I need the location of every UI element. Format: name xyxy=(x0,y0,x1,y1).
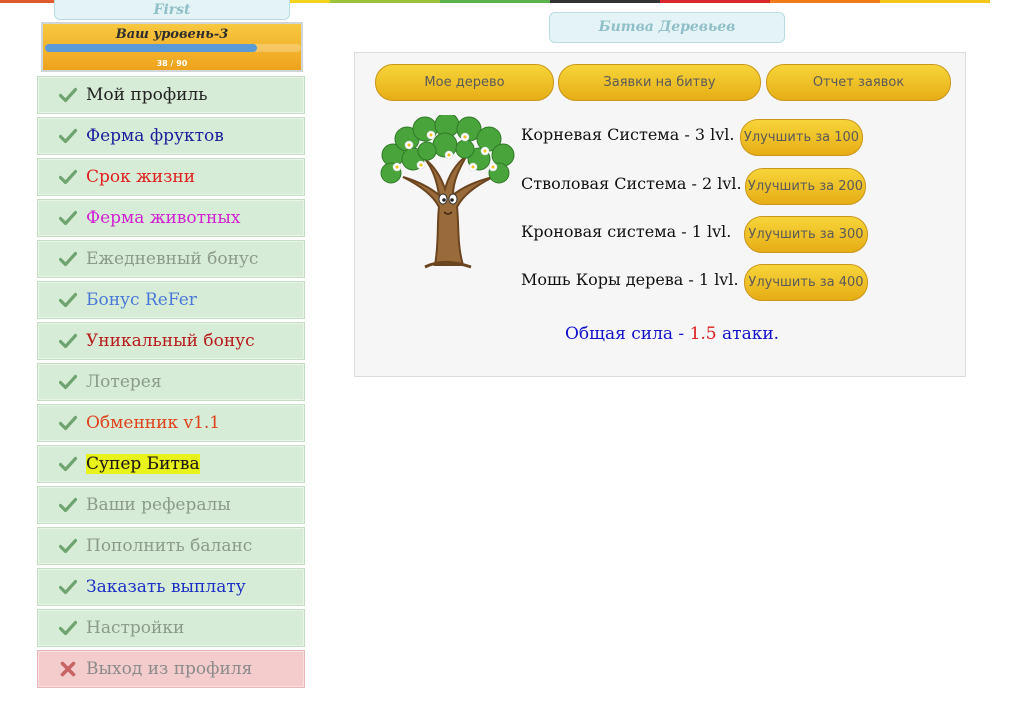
sidebar-item-3[interactable]: Ферма животных xyxy=(37,199,305,237)
stripe-segment xyxy=(440,0,550,3)
tab-battle-requests[interactable]: Заявки на битву xyxy=(558,64,761,101)
stripe-segment xyxy=(880,0,990,3)
page-title: Битва Деревьев xyxy=(549,12,785,43)
username: First xyxy=(153,2,191,18)
main-panel: Мое дерево Заявки на битву Отчет заявок xyxy=(354,52,966,377)
check-icon xyxy=(57,538,79,554)
sidebar-item-label: Ферма животных xyxy=(86,208,241,228)
total-power: Общая сила - 1.5 атаки. xyxy=(565,324,779,344)
level-box: Ваш уровень-3 38 / 90 xyxy=(41,22,303,72)
check-icon xyxy=(57,620,79,636)
sidebar-item-4[interactable]: Ежедневный бонус xyxy=(37,240,305,278)
upgrade-bark-text: Мошь Коры дерева - 1 lvl. xyxy=(521,270,739,289)
tree-icon xyxy=(373,112,521,275)
total-power-value: 1.5 xyxy=(689,324,717,344)
sidebar-item-8[interactable]: Обменник v1.1 xyxy=(37,404,305,442)
tab-requests-report[interactable]: Отчет заявок xyxy=(766,64,951,101)
stripe-segment xyxy=(660,0,770,3)
check-icon xyxy=(57,251,79,267)
sidebar-item-10[interactable]: Ваши рефералы xyxy=(37,486,305,524)
sidebar-item-1[interactable]: Ферма фруктов xyxy=(37,117,305,155)
stripe-segment xyxy=(770,0,880,3)
check-icon xyxy=(57,169,79,185)
sidebar-item-label: Супер Битва xyxy=(86,454,200,474)
total-power-suffix: атаки. xyxy=(716,324,780,344)
sidebar-item-label: Заказать выплату xyxy=(86,577,246,597)
sidebar-item-12[interactable]: Заказать выплату xyxy=(37,568,305,606)
upgrade-crown-text: Кроновая система - 1 lvl. xyxy=(521,222,732,241)
sidebar-item-14[interactable]: Выход из профиля xyxy=(37,650,305,688)
check-icon xyxy=(57,333,79,349)
sidebar-item-label: Обменник v1.1 xyxy=(86,413,221,433)
sidebar-item-2[interactable]: Срок жизни xyxy=(37,158,305,196)
sidebar-item-label: Настройки xyxy=(86,618,185,638)
sidebar-item-11[interactable]: Пополнить баланс xyxy=(37,527,305,565)
check-icon xyxy=(57,87,79,103)
check-icon xyxy=(57,292,79,308)
check-icon xyxy=(57,497,79,513)
check-icon xyxy=(57,210,79,226)
level-progress-fill xyxy=(45,44,258,52)
sidebar-item-label: Ежедневный бонус xyxy=(86,249,259,269)
sidebar-item-label: Срок жизни xyxy=(86,167,196,187)
page-title-text: Битва Деревьев xyxy=(598,19,736,35)
check-icon xyxy=(57,374,79,390)
sidebar-menu: Мой профиль Ферма фруктов Срок жизни Ферма … xyxy=(37,76,305,691)
sidebar-item-label: Ферма фруктов xyxy=(86,126,224,146)
check-icon xyxy=(57,128,79,144)
sidebar-item-label: Мой профиль xyxy=(86,85,208,105)
sidebar-item-9[interactable]: Супер Битва xyxy=(37,445,305,483)
sidebar-item-6[interactable]: Уникальный бонус xyxy=(37,322,305,360)
check-icon xyxy=(57,456,79,472)
total-power-prefix: Общая сила - xyxy=(565,324,690,344)
upgrade-crown-button[interactable]: Улучшить за 300 xyxy=(744,216,868,253)
username-tab: First xyxy=(54,0,290,20)
sidebar-item-label: Лотерея xyxy=(86,372,162,392)
sidebar-item-label: Пополнить баланс xyxy=(86,536,253,556)
upgrade-trunk-text: Стволовая Система - 2 lvl. xyxy=(521,174,742,193)
sidebar-item-label: Ваши рефералы xyxy=(86,495,231,515)
upgrade-trunk-button[interactable]: Улучшить за 200 xyxy=(745,168,866,205)
check-icon xyxy=(57,415,79,431)
sidebar-item-label: Выход из профиля xyxy=(86,659,253,679)
upgrade-root-text: Корневая Система - 3 lvl. xyxy=(521,125,735,144)
tab-my-tree[interactable]: Мое дерево xyxy=(375,64,554,101)
sidebar-item-label: Бонус ReFer xyxy=(86,290,197,310)
level-progress-track xyxy=(45,44,301,52)
level-progress-count: 38 / 90 xyxy=(156,59,188,68)
stripe-segment xyxy=(550,0,660,3)
upgrade-bark-button[interactable]: Улучшить за 400 xyxy=(744,264,868,301)
check-icon xyxy=(57,579,79,595)
cross-icon xyxy=(57,661,79,677)
stripe-segment xyxy=(330,0,440,3)
sidebar-item-label: Уникальный бонус xyxy=(86,331,255,351)
sidebar-item-0[interactable]: Мой профиль xyxy=(37,76,305,114)
upgrade-root-button[interactable]: Улучшить за 100 xyxy=(740,119,863,156)
sidebar-item-5[interactable]: Бонус ReFer xyxy=(37,281,305,319)
level-label: Ваш уровень-3 xyxy=(115,27,229,42)
sidebar-item-13[interactable]: Настройки xyxy=(37,609,305,647)
sidebar-item-7[interactable]: Лотерея xyxy=(37,363,305,401)
